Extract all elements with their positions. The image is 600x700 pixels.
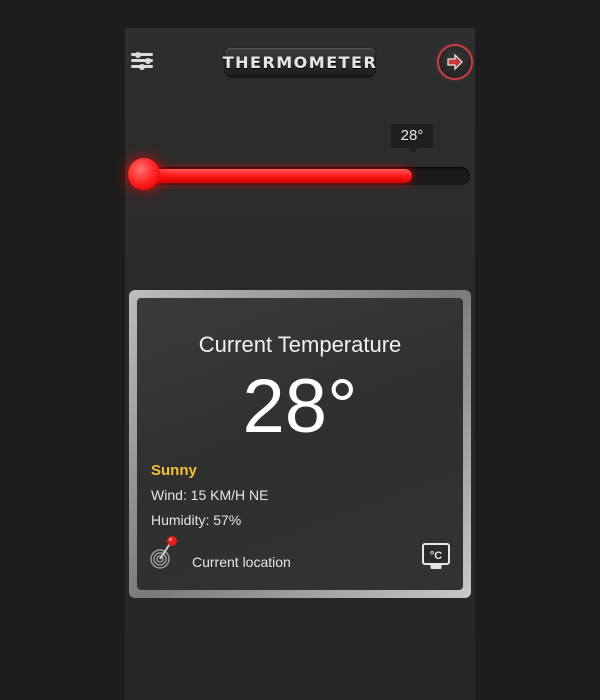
app-title-badge: THERMOMETER <box>222 48 378 76</box>
settings-sliders-icon[interactable] <box>129 49 155 71</box>
next-button[interactable] <box>439 46 471 78</box>
card-title: Current Temperature <box>198 332 402 357</box>
temperature-slider-value: 28° <box>391 124 433 153</box>
celsius-unit-icon[interactable]: °C <box>421 542 451 572</box>
card-panel: Current Temperature 28° Sunny Wind: 15 K… <box>137 298 463 590</box>
current-location-label[interactable]: Current location <box>192 554 291 570</box>
app-title: THERMOMETER <box>222 52 378 72</box>
wind-info: Wind: 15 KM/H NE <box>151 487 269 503</box>
temperature-slider-fill <box>130 169 412 183</box>
humidity-info: Humidity: 57% <box>151 512 242 528</box>
weather-condition: Sunny <box>151 462 197 479</box>
location-pin-icon[interactable] <box>149 534 185 570</box>
current-temperature-card: Current Temperature 28° Sunny Wind: 15 K… <box>129 290 471 598</box>
unit-label: °C <box>430 550 442 562</box>
header: THERMOMETER <box>125 28 475 98</box>
thermometer-screen: THERMOMETER 28° Current Temperature 28° … <box>125 28 475 700</box>
next-arrow-icon <box>447 53 463 71</box>
thermometer-bulb <box>128 158 160 190</box>
current-temperature-value: 28° <box>242 364 358 449</box>
